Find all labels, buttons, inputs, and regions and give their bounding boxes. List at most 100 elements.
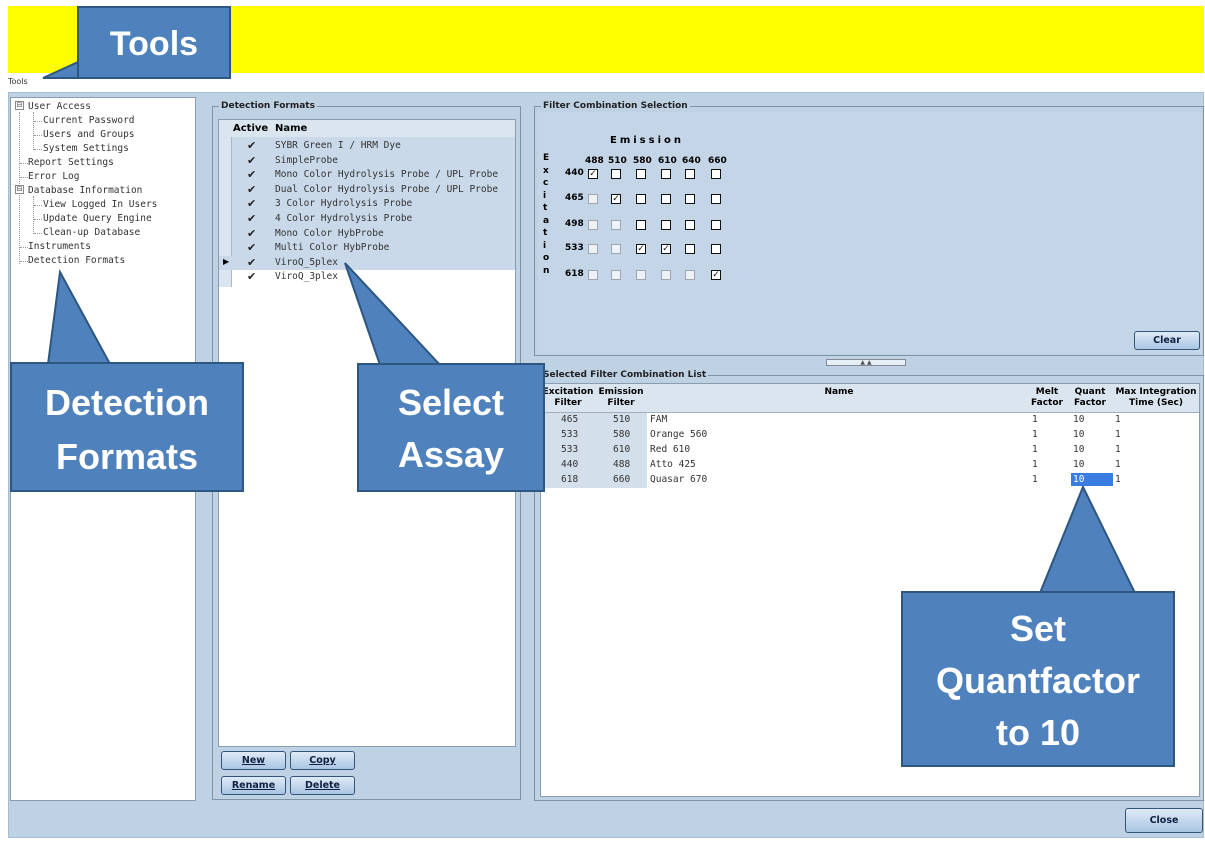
emission-filter-cell[interactable]: 660: [613, 474, 630, 485]
filter-checkbox[interactable]: ✓: [711, 270, 721, 280]
column-header-emission[interactable]: Emission Filter: [595, 384, 647, 412]
detection-format-row[interactable]: ✔ Multi Color HybProbe: [219, 241, 515, 255]
filter-checkbox[interactable]: [636, 220, 646, 230]
filter-checkbox[interactable]: [588, 220, 598, 230]
max-integration-cell[interactable]: 1: [1115, 459, 1121, 470]
tree-item-view-logged-in-users[interactable]: View Logged In Users: [43, 198, 157, 211]
excitation-filter-cell[interactable]: 533: [561, 429, 578, 440]
filter-checkbox[interactable]: [685, 244, 695, 254]
melt-factor-cell[interactable]: 1: [1032, 429, 1038, 440]
filter-name-cell[interactable]: Atto 425: [650, 459, 696, 470]
detection-format-row[interactable]: ▶ ✔ ViroQ_5plex: [219, 255, 515, 270]
filter-checkbox[interactable]: ✓: [588, 169, 598, 179]
tree-item-detection-formats[interactable]: Detection Formats: [28, 254, 125, 267]
splitter-handle[interactable]: ▲ ▲: [826, 359, 906, 366]
detection-format-row[interactable]: ✔ Dual Color Hydrolysis Probe / UPL Probe: [219, 183, 515, 197]
melt-factor-cell[interactable]: 1: [1032, 444, 1038, 455]
filter-checkbox[interactable]: [588, 194, 598, 204]
emission-filter-cell[interactable]: 610: [613, 444, 630, 455]
clear-button[interactable]: Clear: [1134, 331, 1200, 350]
filter-checkbox[interactable]: [588, 270, 598, 280]
tree-item-current-password[interactable]: Current Password: [43, 114, 135, 127]
filter-name-cell[interactable]: Red 610: [650, 444, 690, 455]
tree-item-user-access[interactable]: User Access: [28, 100, 91, 113]
column-header-excitation[interactable]: Excitation Filter: [541, 384, 595, 412]
detection-format-row[interactable]: ✔ Mono Color HybProbe: [219, 227, 515, 241]
quant-factor-cell-editing[interactable]: 10: [1071, 473, 1113, 486]
filter-checkbox[interactable]: [588, 244, 598, 254]
tree-item-error-log[interactable]: Error Log: [28, 170, 79, 183]
filter-name-cell[interactable]: Orange 560: [650, 429, 707, 440]
filter-checkbox[interactable]: [685, 220, 695, 230]
filter-checkbox[interactable]: [711, 244, 721, 254]
column-header-max-integration[interactable]: Max Integration Time (Sec): [1113, 384, 1199, 412]
quant-factor-cell[interactable]: 10: [1073, 414, 1084, 425]
excitation-filter-cell[interactable]: 465: [561, 414, 578, 425]
quant-factor-cell[interactable]: 10: [1073, 444, 1084, 455]
melt-factor-cell[interactable]: 1: [1032, 414, 1038, 425]
active-checkbox[interactable]: ✔: [247, 154, 256, 167]
collapse-icon[interactable]: ⊟: [15, 101, 24, 110]
filter-checkbox[interactable]: [661, 270, 671, 280]
melt-factor-cell[interactable]: 1: [1032, 459, 1038, 470]
tree-item-instruments[interactable]: Instruments: [28, 240, 91, 253]
quant-factor-cell[interactable]: 10: [1073, 459, 1084, 470]
emission-filter-cell[interactable]: 488: [613, 459, 630, 470]
active-checkbox[interactable]: ✔: [247, 213, 256, 225]
active-checkbox[interactable]: ✔: [247, 140, 256, 152]
filter-checkbox[interactable]: [611, 244, 621, 254]
active-checkbox[interactable]: ✔: [247, 169, 256, 181]
filter-checkbox[interactable]: [611, 270, 621, 280]
excitation-filter-cell[interactable]: 618: [561, 474, 578, 485]
tree-item-database-information[interactable]: Database Information: [28, 184, 142, 197]
active-checkbox[interactable]: ✔: [247, 183, 256, 196]
filter-checkbox[interactable]: [636, 270, 646, 280]
filter-checkbox[interactable]: [661, 169, 671, 179]
max-integration-cell[interactable]: 1: [1115, 429, 1121, 440]
active-checkbox[interactable]: ✔: [247, 242, 256, 254]
tree-item-report-settings[interactable]: Report Settings: [28, 156, 114, 169]
column-header-active[interactable]: Active: [233, 120, 268, 137]
column-header-melt-factor[interactable]: Melt Factor: [1027, 384, 1067, 412]
max-integration-cell[interactable]: 1: [1115, 444, 1121, 455]
tree-item-clean-up-database[interactable]: Clean-up Database: [43, 226, 140, 239]
filter-checkbox[interactable]: [711, 220, 721, 230]
column-header-quant-factor[interactable]: Quant Factor: [1069, 384, 1111, 412]
melt-factor-cell[interactable]: 1: [1032, 474, 1038, 485]
excitation-filter-cell[interactable]: 533: [561, 444, 578, 455]
filter-checkbox[interactable]: [636, 169, 646, 179]
active-checkbox[interactable]: ✔: [247, 271, 256, 283]
filter-checkbox[interactable]: [636, 194, 646, 204]
tree-item-users-and-groups[interactable]: Users and Groups: [43, 128, 135, 141]
emission-filter-cell[interactable]: 510: [613, 414, 630, 425]
detection-format-row[interactable]: ✔ SYBR Green I / HRM Dye: [219, 139, 515, 153]
emission-filter-cell[interactable]: 580: [613, 429, 630, 440]
filter-checkbox[interactable]: [685, 270, 695, 280]
tree-item-update-query-engine[interactable]: Update Query Engine: [43, 212, 152, 225]
max-integration-cell[interactable]: 1: [1115, 474, 1121, 485]
column-header-name[interactable]: Name: [275, 120, 307, 137]
filter-name-cell[interactable]: FAM: [650, 414, 667, 425]
rename-button[interactable]: Rename: [221, 776, 286, 795]
active-checkbox[interactable]: ✔: [247, 256, 256, 269]
filter-checkbox[interactable]: [685, 194, 695, 204]
filter-checkbox[interactable]: [611, 169, 621, 179]
filter-checkbox[interactable]: ✓: [661, 244, 671, 254]
filter-checkbox[interactable]: [711, 169, 721, 179]
active-checkbox[interactable]: ✔: [247, 198, 256, 210]
quant-factor-cell[interactable]: 10: [1073, 429, 1084, 440]
new-button[interactable]: New: [221, 751, 286, 770]
max-integration-cell[interactable]: 1: [1115, 414, 1121, 425]
tree-item-system-settings[interactable]: System Settings: [43, 142, 129, 155]
filter-name-cell[interactable]: Quasar 670: [650, 474, 707, 485]
close-button[interactable]: Close: [1125, 808, 1203, 833]
filter-checkbox[interactable]: [685, 169, 695, 179]
collapse-icon[interactable]: ⊟: [15, 185, 24, 194]
detection-format-row[interactable]: ✔ SimpleProbe: [219, 154, 515, 168]
filter-checkbox[interactable]: ✓: [611, 194, 621, 204]
filter-checkbox[interactable]: ✓: [636, 244, 646, 254]
delete-button[interactable]: Delete: [290, 776, 355, 795]
filter-checkbox[interactable]: [661, 194, 671, 204]
copy-button[interactable]: Copy: [290, 751, 355, 770]
detection-format-row[interactable]: ✔ 4 Color Hydrolysis Probe: [219, 212, 515, 226]
